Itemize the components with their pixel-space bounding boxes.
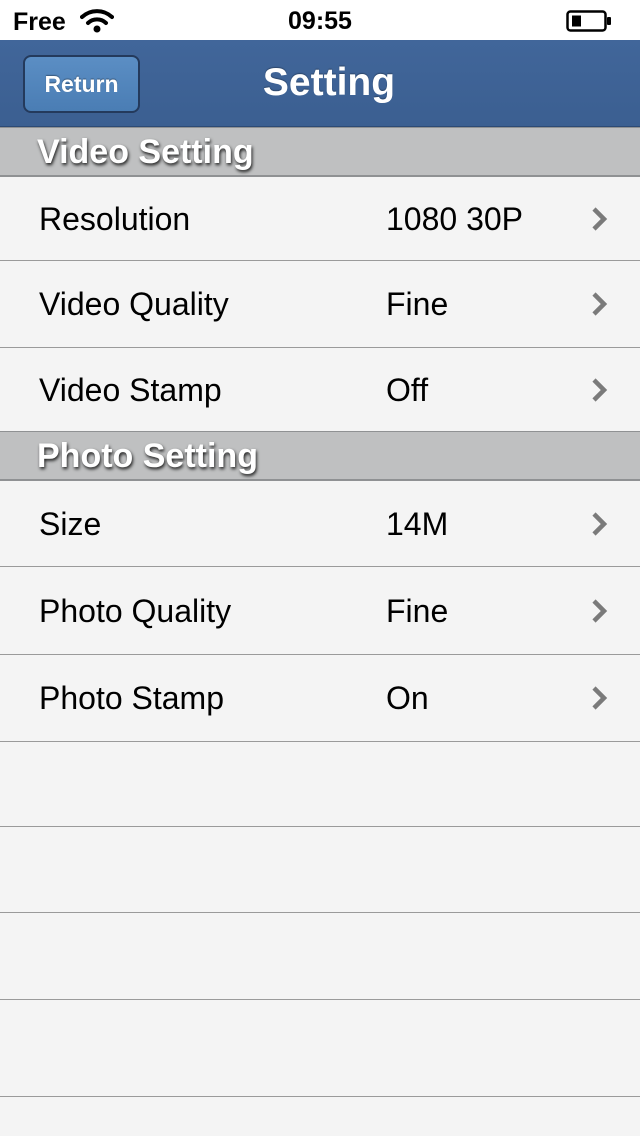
row-value: 1080 30P	[386, 200, 524, 237]
empty-row	[0, 913, 640, 1000]
chevron-right-icon	[592, 598, 608, 623]
section-title-photo: Photo Setting	[37, 437, 258, 475]
status-time: 09:55	[288, 7, 352, 35]
row-label: Photo Stamp	[39, 680, 224, 716]
empty-row	[0, 827, 640, 913]
section-title-video: Video Setting	[37, 133, 254, 171]
row-value: On	[386, 680, 429, 716]
row-label: Photo Quality	[39, 592, 232, 629]
row-value: Fine	[386, 592, 449, 629]
chevron-right-icon	[592, 292, 608, 316]
row-label: Video Stamp	[39, 371, 222, 408]
section-header-photo: Photo Setting	[0, 431, 640, 481]
row-value: 14M	[386, 505, 449, 542]
battery-icon	[566, 10, 611, 32]
row-photo-quality[interactable]: Photo Quality Fine	[0, 567, 640, 655]
row-label: Size	[39, 505, 102, 542]
empty-row	[0, 1000, 640, 1097]
row-resolution[interactable]: Resolution 1080 30P	[0, 177, 640, 261]
status-bar: Free 09:55	[0, 0, 640, 40]
chevron-right-icon	[592, 686, 608, 710]
row-video-quality[interactable]: Video Quality Fine	[0, 261, 640, 348]
row-label: Video Quality	[39, 286, 229, 322]
empty-row	[0, 742, 640, 827]
chevron-right-icon	[592, 206, 608, 231]
nav-bar: Return Setting	[0, 40, 640, 127]
row-photo-stamp[interactable]: Photo Stamp On	[0, 655, 640, 742]
row-size[interactable]: Size 14M	[0, 481, 640, 567]
chevron-right-icon	[592, 511, 608, 536]
page-title: Setting	[262, 61, 396, 104]
row-value: Fine	[386, 286, 449, 322]
section-header-video: Video Setting	[0, 127, 640, 177]
row-value: Off	[386, 371, 429, 408]
chevron-right-icon	[592, 377, 608, 402]
row-label: Resolution	[39, 200, 191, 237]
row-video-stamp[interactable]: Video Stamp Off	[0, 348, 640, 431]
